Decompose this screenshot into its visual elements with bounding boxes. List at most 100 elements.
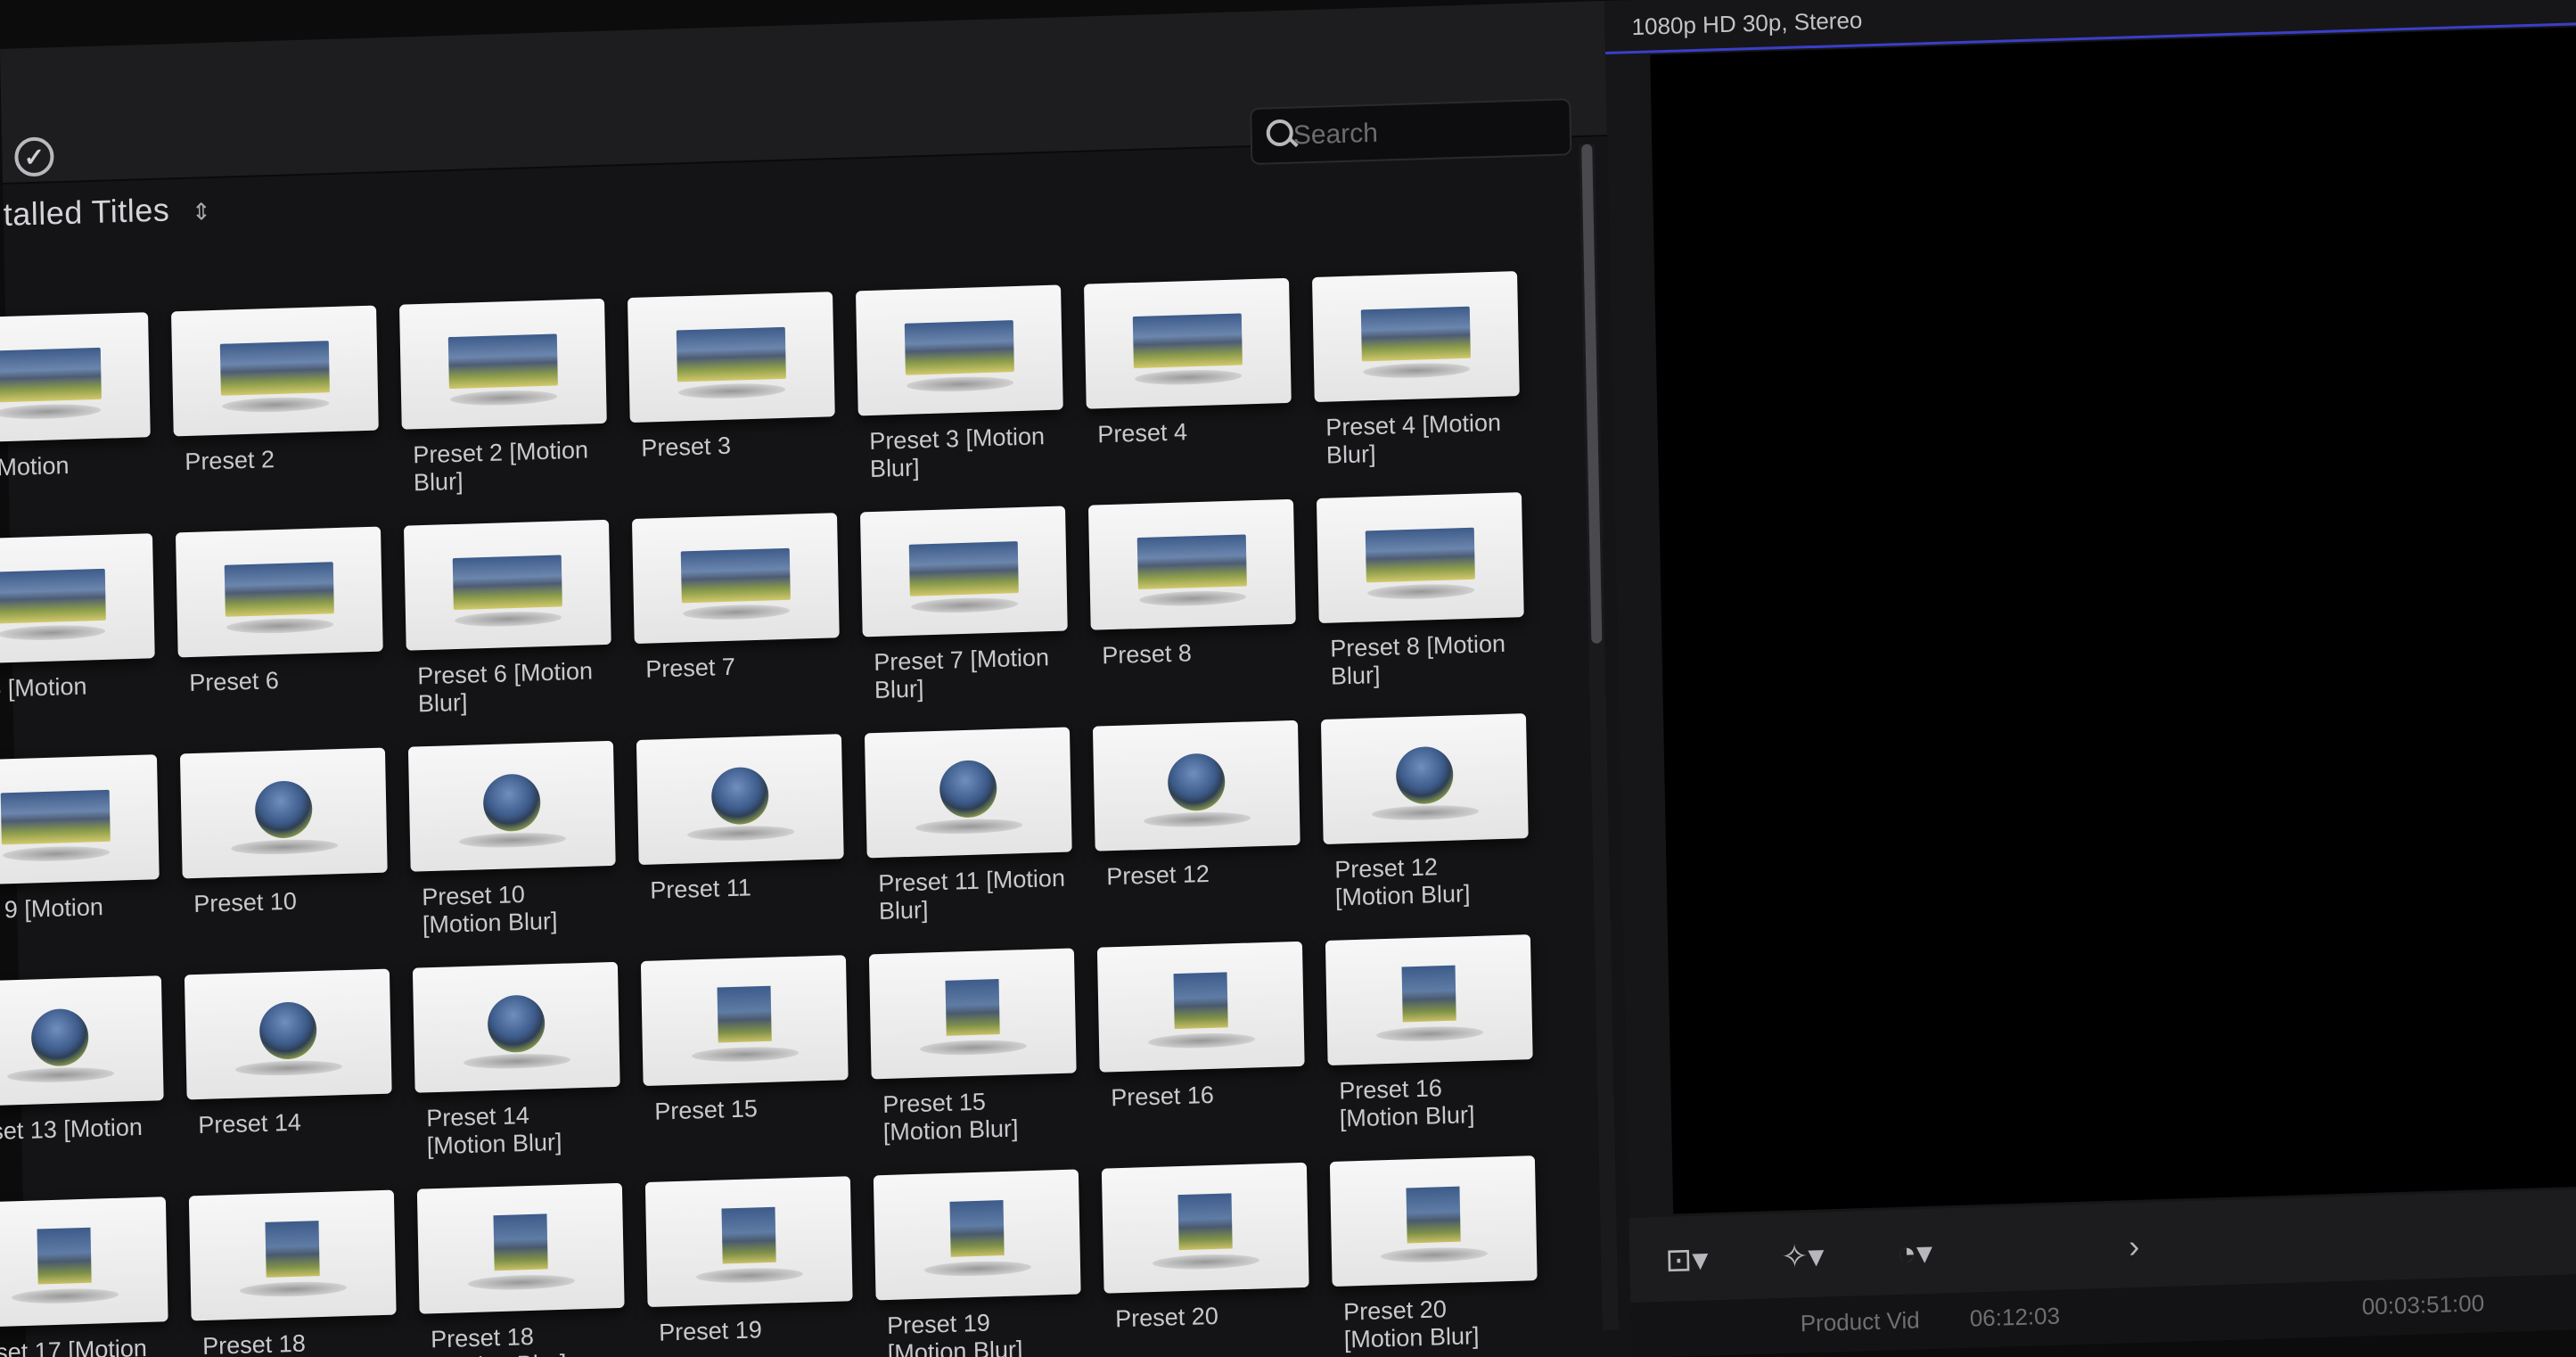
preset-thumbnail: [873, 1169, 1081, 1301]
thumbnail-shadow: [226, 617, 334, 635]
preset-tile[interactable]: Preset 18: [188, 1189, 398, 1357]
preset-tile[interactable]: Preset 16: [1096, 941, 1307, 1153]
square-icon: [949, 1200, 1005, 1257]
preset-thumbnail: [868, 948, 1077, 1080]
preset-thumbnail: [1320, 713, 1529, 845]
duration: 00:03:51:00: [2361, 1289, 2485, 1320]
preset-tile[interactable]: Preset 19: [644, 1176, 855, 1357]
preset-tile[interactable]: Preset 19 [Motion Blur]: [873, 1169, 1083, 1357]
landscape-icon: [680, 547, 791, 604]
preset-tile[interactable]: Preset 12 [Motion Blur]: [1320, 713, 1530, 925]
preset-tile[interactable]: Preset 10 [Motion Blur]: [407, 740, 618, 952]
preset-label: Preset 20: [1114, 1302, 1219, 1333]
preset-tile[interactable]: Preset 20: [1101, 1162, 1311, 1357]
preset-tile[interactable]: Preset 7 [Motion Blur]: [859, 506, 1070, 717]
thumbnail-shadow: [0, 623, 106, 642]
checkmark-circle-icon[interactable]: ✓: [14, 136, 54, 177]
preset-thumbnail: [864, 727, 1072, 859]
play-icon[interactable]: ›: [2129, 1228, 2140, 1265]
preset-thumbnail: [1092, 720, 1300, 851]
preset-tile[interactable]: Preset 2: [171, 305, 381, 517]
ball-icon: [254, 780, 313, 839]
preset-grid: t 1 [Motion Preset 2 Preset 2 [Motion Blur…: [0, 271, 1538, 1357]
ball-icon: [487, 994, 546, 1054]
search-icon: [1266, 119, 1294, 147]
scrollbar-thumb[interactable]: [1581, 144, 1603, 644]
speed-gauge-icon[interactable]: ◔▾: [1897, 1234, 1933, 1272]
browser-toolbar: ✓: [0, 1, 1608, 185]
category-label: talled Titles: [3, 191, 170, 233]
preset-tile[interactable]: set 9 [Motion: [0, 754, 161, 966]
preset-tile[interactable]: Preset 3 [Motion Blur]: [856, 284, 1065, 496]
thumbnail-shadow: [1152, 1253, 1260, 1271]
preset-thumbnail: [1087, 498, 1296, 630]
preset-label: Preset 4 [Motion Blur]: [1325, 408, 1502, 469]
preset-tile[interactable]: Preset 8: [1087, 498, 1298, 711]
preset-tile[interactable]: Preset 12: [1092, 720, 1302, 932]
square-icon: [1406, 1186, 1461, 1244]
preset-label: Preset 8 [Motion Blur]: [1330, 629, 1506, 690]
search-input[interactable]: [1291, 107, 1563, 157]
preset-tile[interactable]: et 5 [Motion: [0, 533, 157, 744]
preset-label: Preset 18: [201, 1329, 307, 1357]
preset-tile[interactable]: t 1 [Motion: [0, 312, 152, 523]
preset-tile[interactable]: Preset 15: [640, 955, 850, 1166]
preset-tile[interactable]: Preset 6 [Motion Blur]: [403, 519, 613, 731]
preset-label: Preset 15 [Motion Blur]: [882, 1088, 1019, 1147]
thumbnail-shadow: [454, 610, 562, 629]
preset-label: Preset 2: [185, 446, 275, 476]
preset-tile[interactable]: Preset 10: [179, 747, 390, 959]
preset-label: Preset 19: [658, 1316, 763, 1346]
preset-label: Preset 2 [Motion Blur]: [413, 436, 589, 497]
preset-tile[interactable]: reset 13 [Motion: [0, 975, 165, 1187]
preset-label: reset 13 [Motion: [0, 1113, 144, 1146]
preset-tile[interactable]: Preset 11: [636, 734, 846, 945]
preset-label: Preset 4: [1097, 418, 1188, 448]
preset-thumbnail: [0, 312, 151, 444]
ball-icon: [939, 759, 997, 818]
preset-tile[interactable]: Preset 15 [Motion Blur]: [868, 948, 1079, 1159]
view-options-icon[interactable]: ⊡▾: [1665, 1240, 1709, 1279]
preset-tile[interactable]: Preset 18 [Motion Blur]: [416, 1182, 627, 1357]
thumbnail-shadow: [910, 596, 1019, 614]
preset-tile[interactable]: Preset 8 [Motion Blur]: [1316, 492, 1526, 703]
preset-tile[interactable]: Preset 4 [Motion Blur]: [1312, 271, 1522, 482]
square-icon: [721, 1206, 776, 1264]
ball-icon: [30, 1007, 89, 1067]
thumbnail-shadow: [234, 1059, 343, 1077]
magic-wand-icon[interactable]: ✧▾: [1781, 1237, 1825, 1275]
preset-thumbnail: [0, 1197, 168, 1328]
project-name: Product Vid: [1800, 1306, 1921, 1337]
preset-label: Preset 18 [Motion Blur]: [430, 1322, 567, 1357]
preset-thumbnail: [407, 740, 616, 872]
preset-thumbnail: [416, 1182, 625, 1314]
preset-thumbnail: [0, 754, 160, 886]
preset-tile[interactable]: reset 17 [Motion: [0, 1197, 169, 1357]
landscape-icon: [1365, 527, 1475, 583]
preset-tile[interactable]: Preset 20 [Motion Blur]: [1329, 1156, 1539, 1357]
category-selector[interactable]: talled Titles ⇕: [3, 190, 211, 234]
preset-tile[interactable]: Preset 6: [175, 526, 385, 738]
preset-label: Preset 20 [Motion Blur]: [1342, 1295, 1480, 1353]
thumbnail-shadow: [915, 818, 1023, 835]
preset-tile[interactable]: Preset 2 [Motion Blur]: [399, 298, 609, 510]
preset-tile[interactable]: Preset 11 [Motion Blur]: [864, 727, 1074, 938]
preset-tile[interactable]: Preset 4: [1084, 277, 1293, 489]
preset-tile[interactable]: Preset 16 [Motion Blur]: [1325, 934, 1535, 1146]
landscape-icon: [447, 333, 558, 390]
preset-tile[interactable]: Preset 14 [Motion Blur]: [412, 961, 622, 1173]
preset-tile[interactable]: Preset 14: [184, 968, 394, 1180]
search-field[interactable]: [1250, 98, 1572, 165]
preset-thumbnail: [856, 284, 1063, 416]
screen: ✓ talled Titles ⇕ t 1 [Motion Preset 2 Pre…: [0, 0, 2576, 1357]
preset-label: Preset 12: [1106, 859, 1210, 891]
preset-tile[interactable]: Preset 7: [631, 513, 841, 724]
up-down-chevron-icon: ⇕: [191, 197, 212, 226]
preset-tile[interactable]: Preset 3: [628, 292, 837, 503]
preset-thumbnail: [640, 955, 849, 1087]
ball-icon: [1395, 745, 1454, 805]
square-icon: [1173, 972, 1228, 1030]
preset-label: Preset 3: [641, 432, 732, 462]
landscape-icon: [676, 326, 786, 382]
thumbnail-shadow: [1143, 810, 1251, 829]
